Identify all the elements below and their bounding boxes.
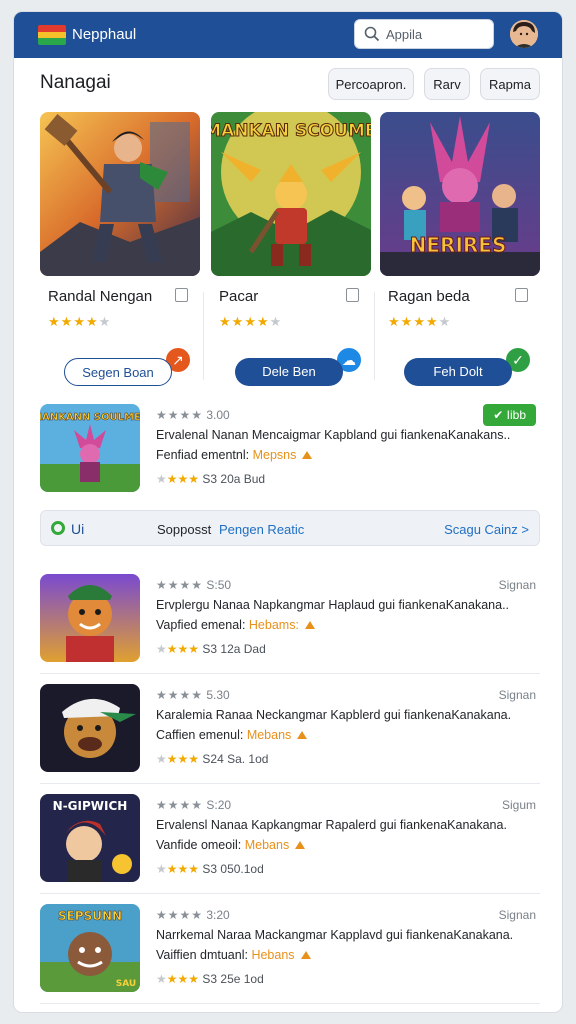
brand-title: Nepphaul bbox=[72, 26, 137, 43]
game-artwork: NERIRES bbox=[380, 112, 540, 276]
item-meta: ★★★★ S3 050.1od bbox=[156, 862, 264, 876]
game-thumbnail: N-GIPWICH bbox=[40, 794, 140, 882]
item-meta: ★★★★ S3 12a Dad bbox=[156, 642, 266, 656]
item-description: Ervalenal Nanan Mencaigmar Kapbland gui … bbox=[156, 428, 511, 442]
bookmark-icon[interactable] bbox=[346, 288, 359, 302]
primary-action-button[interactable]: Segen Boan bbox=[64, 358, 172, 386]
art-title: NERIRES bbox=[410, 233, 507, 257]
top-bar: Nepphaul Appila bbox=[14, 12, 562, 58]
game-thumbnail bbox=[40, 684, 140, 772]
item-meta: ★★★★ S3 20a Bud bbox=[156, 472, 266, 486]
filter-chip-2[interactable]: Rarv bbox=[424, 68, 470, 100]
warning-icon bbox=[300, 951, 311, 959]
rating: ★★★★ S:20 bbox=[156, 798, 232, 812]
list-item[interactable]: ★★★★ 5.30 Signan Karalemia Ranaa Neckang… bbox=[40, 684, 540, 776]
filter-chip-3[interactable]: Rapma bbox=[480, 68, 540, 100]
item-description: Karalemia Ranaa Neckangmar Kapblerd gui … bbox=[156, 708, 512, 722]
banner-link[interactable]: Pengen Reatic bbox=[219, 522, 304, 537]
list-item[interactable]: N-GIPWICH ★★★★ S:20 Sigum Ervalensl Nana… bbox=[40, 794, 540, 886]
divider bbox=[40, 893, 540, 894]
version-info: Vanfide omeoil: Mebans bbox=[156, 838, 306, 852]
info-banner[interactable]: Ui Sopposst Pengen Reatic Scagu Cainz > bbox=[40, 510, 540, 546]
bookmark-icon[interactable] bbox=[515, 288, 528, 302]
art-corner: SAU bbox=[116, 979, 136, 989]
featured-card[interactable]: MANKAN SCOUMB ☁ Pacar ★★★★★ Dele Ben bbox=[211, 112, 371, 386]
art-title: MANKAN SCOUMB bbox=[211, 121, 371, 141]
game-thumbnail bbox=[40, 574, 140, 662]
search-icon bbox=[364, 26, 380, 42]
game-title: Pacar bbox=[219, 288, 259, 305]
signal-label: Signan bbox=[498, 908, 536, 922]
art-title: MANKANN SOULMES bbox=[40, 412, 140, 423]
banner-action[interactable]: Scagu Cainz > bbox=[444, 522, 529, 537]
divider bbox=[40, 673, 540, 674]
divider bbox=[40, 1003, 540, 1004]
flag-icon bbox=[38, 25, 66, 45]
version-info: Fenfiad ementnl: Mepsns bbox=[156, 448, 313, 462]
game-thumbnail: MANKANN SOULMES bbox=[40, 404, 140, 492]
rating: ★★★★ S:50 bbox=[156, 578, 232, 592]
rating: ★★★★ 3.00 bbox=[156, 408, 230, 422]
featured-card[interactable]: ↗ Randal Nengan ★★★★★ Segen Boan bbox=[40, 112, 200, 386]
divider bbox=[40, 783, 540, 784]
filter-chip-1[interactable]: Percoapron. bbox=[328, 68, 414, 100]
list-item[interactable]: MANKANN SOULMES ★★★★ 3.00 ✔ Iibb Ervalen… bbox=[40, 404, 540, 496]
list-item[interactable]: ★★★★ S:50 Signan Ervplergu Nanaa Napkang… bbox=[40, 574, 540, 666]
chevron-right-icon: > bbox=[521, 522, 529, 537]
game-artwork: MANKAN SCOUMB bbox=[211, 112, 371, 276]
signal-label: Signan bbox=[498, 688, 536, 702]
search-input[interactable]: Appila bbox=[354, 19, 494, 49]
version-info: Vapfied emenal: Hebams: bbox=[156, 618, 315, 632]
bookmark-icon[interactable] bbox=[175, 288, 188, 302]
primary-action-button[interactable]: Dele Ben bbox=[235, 358, 343, 386]
warning-icon bbox=[295, 841, 306, 849]
version-info: Vaiffien dmtuanl: Hebans bbox=[156, 948, 311, 962]
warning-icon bbox=[302, 451, 313, 459]
item-description: Narrkemal Naraa Mackangmar Kapplavd gui … bbox=[156, 928, 514, 942]
status-dot-icon bbox=[51, 521, 65, 535]
item-meta: ★★★★ S24 Sa. 1od bbox=[156, 752, 269, 766]
game-title: Randal Nengan bbox=[48, 288, 153, 305]
banner-text: Sopposst bbox=[157, 522, 212, 537]
divider bbox=[374, 292, 375, 380]
rating: ★★★★ 3:20 bbox=[156, 908, 230, 922]
item-description: Ervalensl Nanaa Kapkangmar Rapalerd gui … bbox=[156, 818, 507, 832]
signal-label: Signan bbox=[498, 578, 536, 592]
user-avatar[interactable] bbox=[510, 20, 538, 48]
featured-card[interactable]: NERIRES ✓ Ragan beda ★★★★★ Feh Dolt bbox=[380, 112, 540, 386]
banner-label: Ui bbox=[71, 521, 85, 537]
item-meta: ★★★★ S3 25e 1od bbox=[156, 972, 264, 986]
game-title: Ragan beda bbox=[388, 288, 470, 305]
item-description: Ervplergu Nanaa Napkangmar Haplaud gui f… bbox=[156, 598, 510, 612]
warning-icon bbox=[304, 621, 315, 629]
signal-label: Sigum bbox=[501, 798, 536, 812]
star-rating: ★★★★★ bbox=[388, 314, 452, 329]
app-frame: Nepphaul Appila Nanagai Percoapron. Rarv… bbox=[14, 12, 562, 1012]
page-title: Nanagai bbox=[40, 72, 111, 93]
rating: ★★★★ 5.30 bbox=[156, 688, 230, 702]
version-info: Caffien emenul: Mebans bbox=[156, 728, 308, 742]
art-title: SEPSUNN bbox=[58, 909, 122, 923]
art-title: N-GIPWICH bbox=[53, 799, 128, 813]
game-thumbnail: SEPSUNN SAU bbox=[40, 904, 140, 992]
install-badge[interactable]: ✔ Iibb bbox=[483, 404, 536, 426]
list-item[interactable]: SEPSUNN SAU ★★★★ 3:20 Signan Narrkemal N… bbox=[40, 904, 540, 996]
primary-action-button[interactable]: Feh Dolt bbox=[404, 358, 512, 386]
search-placeholder: Appila bbox=[386, 27, 423, 42]
divider bbox=[203, 292, 204, 380]
star-rating: ★★★★★ bbox=[48, 314, 112, 329]
warning-icon bbox=[297, 731, 308, 739]
game-artwork bbox=[40, 112, 200, 276]
star-rating: ★★★★★ bbox=[219, 314, 283, 329]
